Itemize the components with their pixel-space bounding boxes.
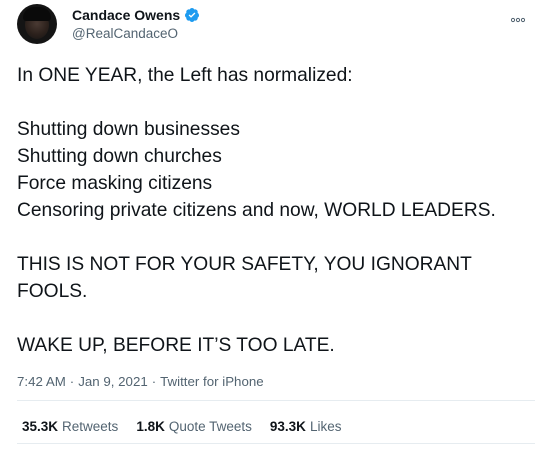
author-name-row: Candace Owens: [72, 7, 200, 23]
author-handle[interactable]: @RealCandaceO: [72, 26, 178, 41]
avatar[interactable]: [17, 4, 57, 44]
tweet-source-link[interactable]: Twitter for iPhone: [160, 374, 263, 389]
tweet-time-link[interactable]: 7:42 AM: [17, 374, 66, 389]
quote-tweets-count: 1.8K: [136, 419, 165, 434]
likes-stat[interactable]: 93.3K Likes: [270, 419, 342, 434]
verified-badge-icon: [184, 7, 200, 23]
avatar-hair: [23, 7, 51, 21]
more-options-icon[interactable]: [510, 10, 526, 23]
meta-separator: ·: [69, 374, 75, 389]
author-display-name[interactable]: Candace Owens: [72, 7, 180, 23]
tweet-text: In ONE YEAR, the Left has normalized: Sh…: [17, 65, 496, 356]
quote-tweets-label: Quote Tweets: [168, 419, 252, 434]
meta-separator: ·: [151, 374, 157, 389]
likes-count: 93.3K: [269, 419, 306, 434]
retweets-stat[interactable]: 35.3K Retweets: [22, 419, 118, 434]
likes-label: Likes: [309, 419, 342, 434]
tweet-date-link[interactable]: Jan 9, 2021: [78, 374, 148, 389]
retweets-count: 35.3K: [22, 419, 59, 434]
divider: [17, 400, 535, 401]
tweet-card: Candace Owens @RealCandaceO In ONE YEAR,…: [0, 0, 535, 452]
retweets-label: Retweets: [62, 419, 119, 434]
divider: [17, 443, 535, 444]
tweet-meta: 7:42 AM · Jan 9, 2021 · Twitter for iPho…: [17, 374, 264, 389]
tweet-stats: 35.3K Retweets 1.8K Quote Tweets 93.3K L…: [22, 419, 341, 434]
quote-tweets-stat[interactable]: 1.8K Quote Tweets: [136, 419, 252, 434]
